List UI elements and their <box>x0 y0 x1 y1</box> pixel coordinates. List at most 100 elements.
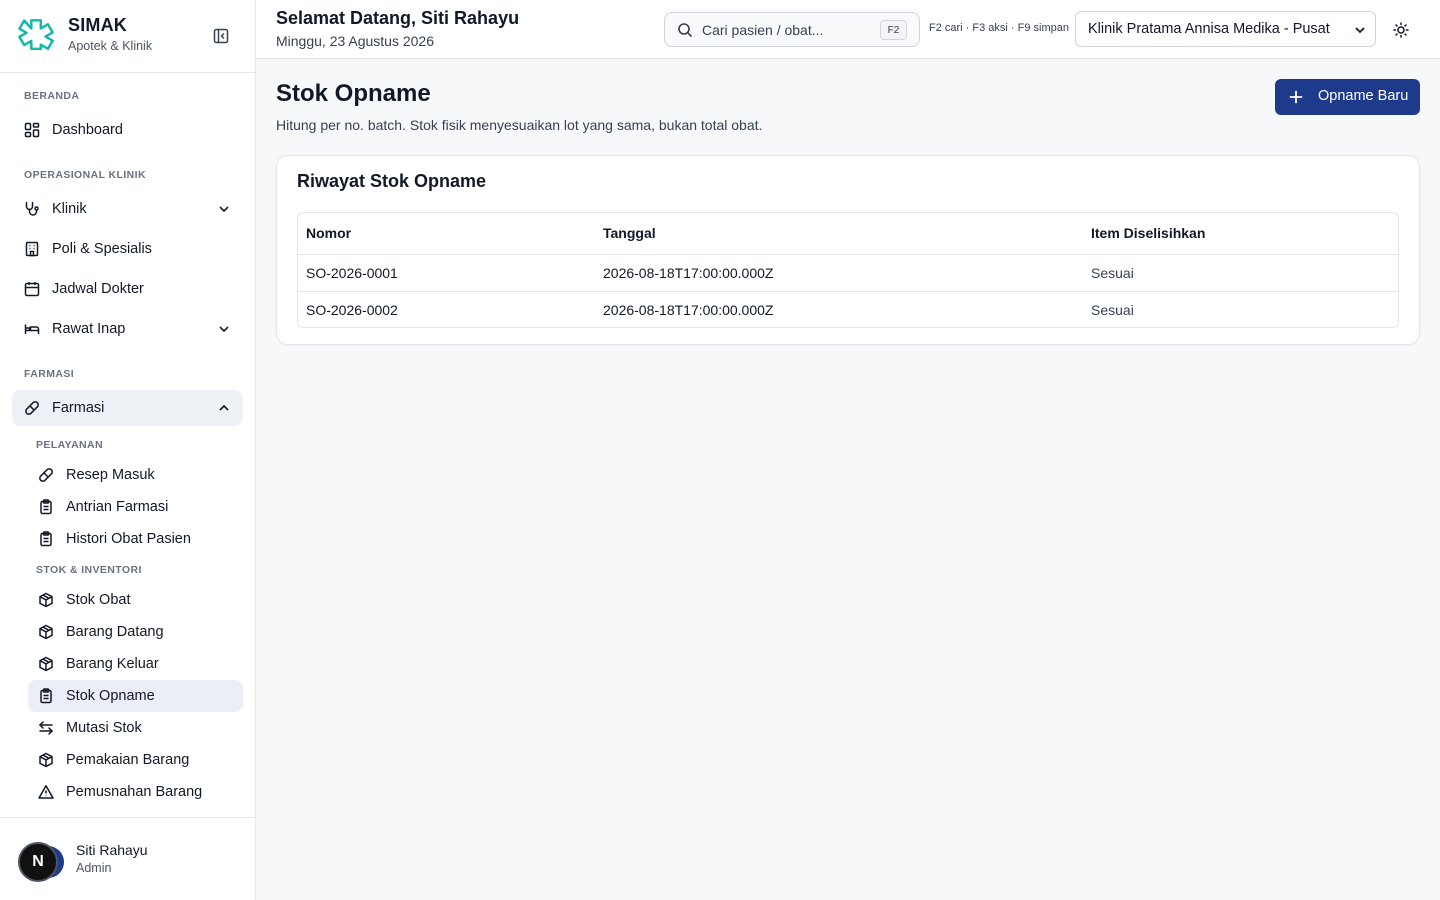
sidebar: SIMAK Apotek & Klinik BERANDA Dashboard … <box>0 0 256 900</box>
sidebar-toggle-icon <box>213 28 229 44</box>
stethoscope-icon <box>25 201 39 216</box>
section-label-operasional: OPERASIONAL KLINIK <box>24 169 146 181</box>
package-icon <box>39 592 53 608</box>
sidebar-item-label: Farmasi <box>52 400 105 416</box>
sidebar-subitem-barang-datang[interactable]: Barang Datang <box>28 616 243 648</box>
sidebar-item-poli[interactable]: Poli & Spesialis <box>12 231 243 267</box>
brand-header: SIMAK Apotek & Klinik <box>0 0 255 73</box>
package-icon <box>39 656 53 672</box>
plus-icon <box>1289 90 1303 104</box>
user-name: Siti Rahayu <box>76 842 148 858</box>
dashboard-icon <box>24 122 40 138</box>
sidebar-item-klinik[interactable]: Klinik <box>12 191 243 227</box>
sidebar-item-jadwal[interactable]: Jadwal Dokter <box>12 271 243 307</box>
sidebar-item-rawat-inap[interactable]: Rawat Inap <box>12 311 243 347</box>
cell-selisih: Sesuai <box>1091 265 1134 281</box>
table-row[interactable]: SO-2026-0001 2026-08-18T17:00:00.000Z Se… <box>298 254 1398 291</box>
sidebar-subitem-resep-masuk[interactable]: Resep Masuk <box>28 459 243 491</box>
user-role: Admin <box>76 861 112 875</box>
current-date: Minggu, 23 Agustus 2026 <box>276 33 435 49</box>
sidebar-subitem-label: Histori Obat Pasien <box>66 531 191 547</box>
sun-icon <box>1393 22 1409 38</box>
clinic-select-value: Klinik Pratama Annisa Medika - Pusat <box>1088 21 1330 37</box>
page-title: Stok Opname <box>276 80 431 107</box>
sidebar-item-label: Klinik <box>52 201 87 217</box>
cell-tanggal: 2026-08-18T17:00:00.000Z <box>603 302 774 318</box>
arrows-swap-icon <box>38 721 54 735</box>
dev-indicator-button[interactable]: N <box>18 842 58 882</box>
sidebar-item-dashboard[interactable]: Dashboard <box>12 112 243 148</box>
package-icon <box>39 624 53 640</box>
sidebar-subitem-label: Stok Opname <box>66 688 155 704</box>
sidebar-subitem-stok-opname[interactable]: Stok Opname <box>28 680 243 712</box>
section-label-farmasi: FARMASI <box>24 368 75 380</box>
search-input[interactable]: Cari pasien / obat... F2 <box>664 12 920 47</box>
sidebar-collapse-button[interactable] <box>210 26 232 46</box>
brand-name: SIMAK <box>68 15 127 35</box>
sidebar-subitem-label: Barang Datang <box>66 624 164 640</box>
section-label-beranda: BERANDA <box>24 90 80 102</box>
column-header-selisih: Item Diselisihkan <box>1091 225 1206 241</box>
sidebar-nav: BERANDA Dashboard OPERASIONAL KLINIK Kli… <box>0 73 255 817</box>
brand-subtitle: Apotek & Klinik <box>68 39 153 53</box>
chevron-down-icon <box>1355 27 1365 34</box>
sidebar-item-label: Jadwal Dokter <box>52 281 144 297</box>
sidebar-item-label: Rawat Inap <box>52 321 126 337</box>
building-icon <box>25 241 39 257</box>
history-table: Nomor Tanggal Item Diselisihkan SO-2026-… <box>297 212 1399 328</box>
history-card: Riwayat Stok Opname Nomor Tanggal Item D… <box>276 155 1420 345</box>
sidebar-subitem-label: Stok Obat <box>66 592 131 608</box>
sidebar-subitem-label: Antrian Farmasi <box>66 499 169 515</box>
new-opname-label: Opname Baru <box>1318 88 1409 104</box>
page-description: Hitung per no. batch. Stok fisik menyesu… <box>276 117 763 133</box>
cell-tanggal: 2026-08-18T17:00:00.000Z <box>603 265 774 281</box>
sidebar-subitem-label: Resep Masuk <box>66 467 155 483</box>
clipboard-icon <box>40 499 52 515</box>
sidebar-subitem-label: Barang Keluar <box>66 656 159 672</box>
theme-toggle-button[interactable] <box>1390 19 1412 41</box>
cell-nomor: SO-2026-0001 <box>306 265 398 281</box>
search-placeholder: Cari pasien / obat... <box>702 22 824 38</box>
pill-icon <box>25 401 39 415</box>
sidebar-subitem-barang-keluar[interactable]: Barang Keluar <box>28 648 243 680</box>
table-row[interactable]: SO-2026-0002 2026-08-18T17:00:00.000Z Se… <box>298 291 1398 327</box>
search-icon <box>678 23 692 37</box>
search-shortcut-badge: F2 <box>880 20 907 40</box>
greeting: Selamat Datang, Siti Rahayu <box>276 8 520 28</box>
clinic-select[interactable]: Klinik Pratama Annisa Medika - Pusat <box>1075 11 1376 47</box>
top-header: Selamat Datang, Siti Rahayu Minggu, 23 A… <box>256 0 1440 59</box>
column-header-tanggal: Tanggal <box>603 225 656 241</box>
chevron-up-icon <box>219 404 229 411</box>
column-header-nomor: Nomor <box>306 225 352 241</box>
cell-nomor: SO-2026-0002 <box>306 302 398 318</box>
sidebar-item-label: Poli & Spesialis <box>52 241 152 257</box>
group-label-stok: STOK & INVENTORI <box>36 564 142 576</box>
shortcut-hint: F2 cari · F3 aksi · F9 simpan <box>929 22 1069 34</box>
package-icon <box>39 752 53 768</box>
group-label-pelayanan: PELAYANAN <box>36 439 104 451</box>
sidebar-subitem-stok-obat[interactable]: Stok Obat <box>28 584 243 616</box>
sidebar-subitem-antrian-farmasi[interactable]: Antrian Farmasi <box>28 491 243 523</box>
sidebar-item-farmasi[interactable]: Farmasi <box>12 390 243 426</box>
sidebar-item-label: Dashboard <box>52 122 123 138</box>
sidebar-subitem-pemusnahan-barang[interactable]: Pemusnahan Barang <box>28 776 243 808</box>
pill-icon <box>39 468 53 482</box>
calendar-icon <box>24 282 40 297</box>
brand-logo-icon <box>18 19 54 51</box>
user-profile[interactable]: N Siti Rahayu Admin <box>0 817 255 900</box>
clipboard-icon <box>40 688 52 704</box>
chevron-down-icon <box>219 326 229 333</box>
history-title: Riwayat Stok Opname <box>297 171 487 191</box>
bed-icon <box>24 324 40 334</box>
sidebar-subitem-histori-obat[interactable]: Histori Obat Pasien <box>28 523 243 555</box>
sidebar-subitem-pemakaian-barang[interactable]: Pemakaian Barang <box>28 744 243 776</box>
sidebar-subitem-label: Mutasi Stok <box>66 720 142 736</box>
sidebar-subitem-label: Pemakaian Barang <box>66 752 190 768</box>
sidebar-subitem-label: Pemusnahan Barang <box>66 784 203 800</box>
warning-triangle-icon <box>38 785 54 799</box>
new-opname-button[interactable]: Opname Baru <box>1275 79 1420 115</box>
chevron-down-icon <box>219 206 229 213</box>
clipboard-icon <box>40 531 52 547</box>
sidebar-subitem-mutasi-stok[interactable]: Mutasi Stok <box>28 712 243 744</box>
cell-selisih: Sesuai <box>1091 302 1134 318</box>
